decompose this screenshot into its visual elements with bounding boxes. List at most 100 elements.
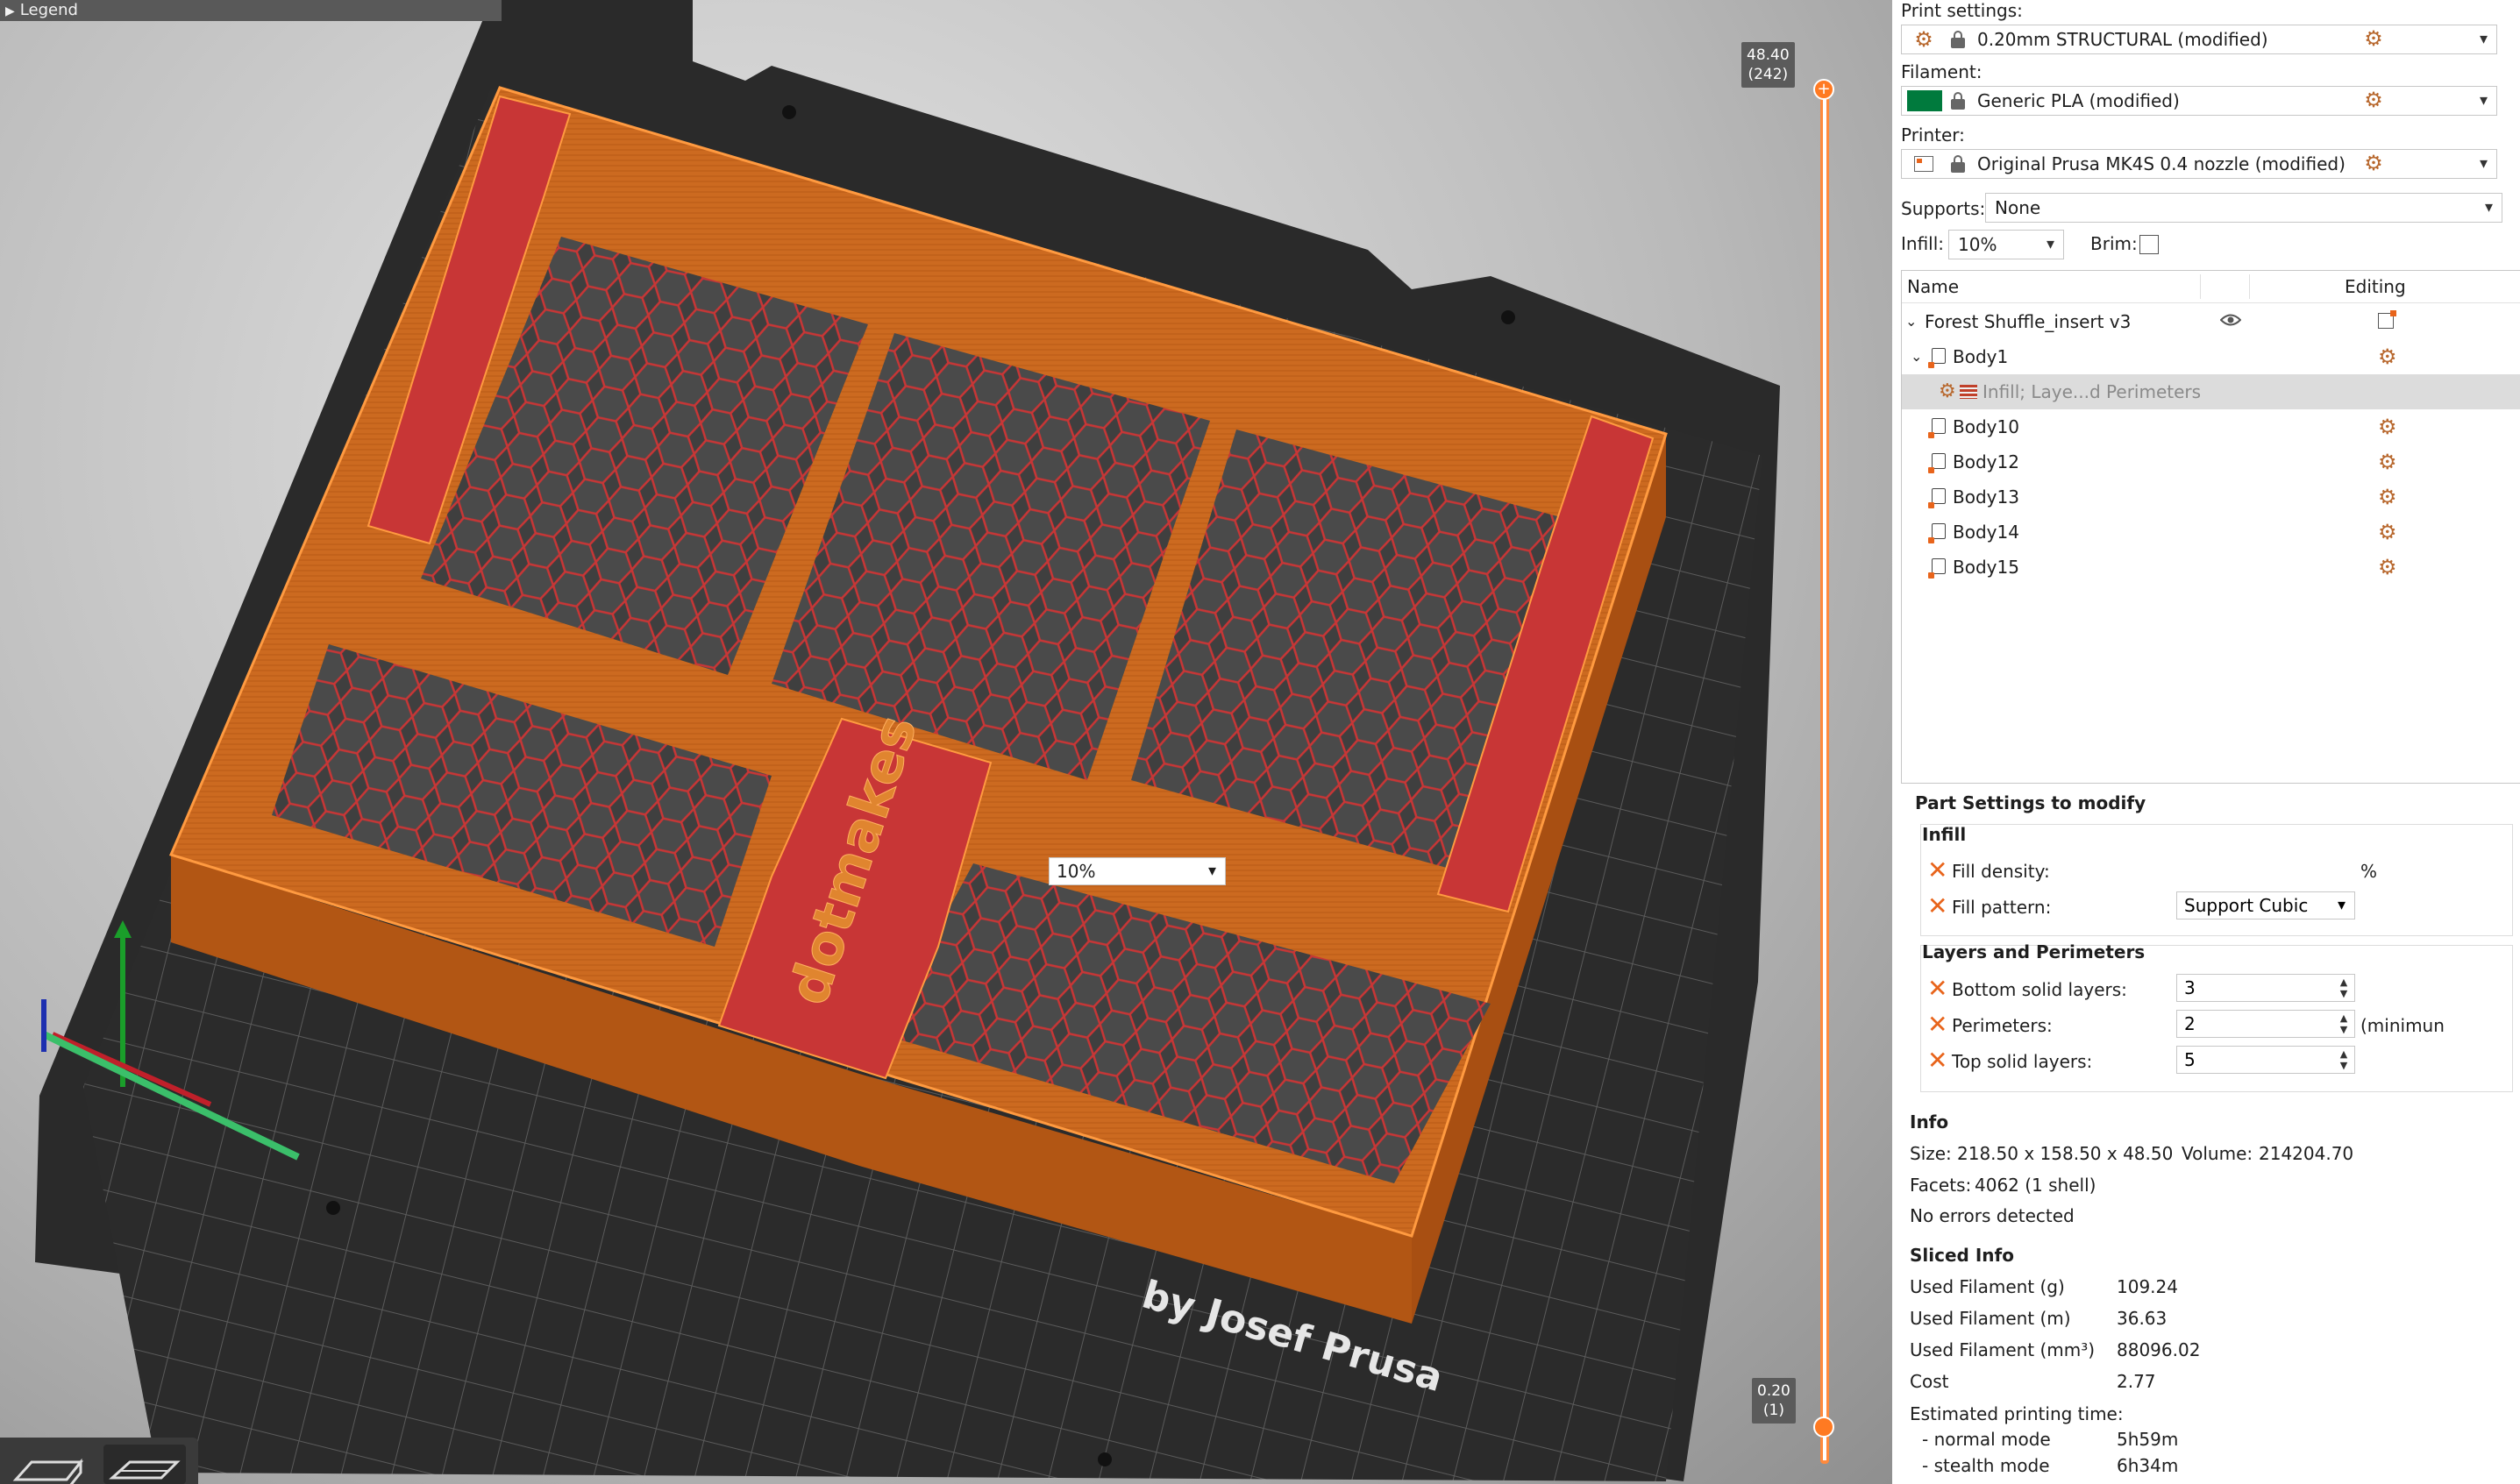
layers-group-title: Layers and Perimeters (1922, 941, 2146, 962)
remove-fill-pattern-icon[interactable]: ✕ (1927, 894, 1947, 919)
add-settings-icon[interactable] (2378, 310, 2396, 329)
part-name: Body1 (1953, 346, 2009, 367)
settings-item-name: Infill; Laye...d Perimeters (1983, 381, 2202, 402)
bottom-layers-label: Bottom solid layers: (1952, 979, 2127, 1000)
part-settings-title: Part Settings to modify (1915, 792, 2146, 813)
perimeters-input[interactable]: 2 ▲ ▼ (2176, 1010, 2355, 1038)
legend-toggle[interactable]: ▶ Legend (0, 0, 502, 21)
remove-bottom-layers-icon[interactable]: ✕ (1927, 976, 1947, 1001)
spin-buttons[interactable]: ▲ ▼ (2335, 1048, 2353, 1071)
filament-combo[interactable]: Generic PLA (modified) ▾ (1901, 86, 2497, 116)
supports-value: None (1995, 197, 2041, 218)
object-row-body12[interactable]: Body12 ⚙ (1902, 444, 2520, 479)
print-settings-value: 0.20mm STRUCTURAL (modified) (1977, 29, 2268, 50)
3d-viewport[interactable]: dotmakes by Josef Prusa ▶ Legend 48.40 (2… (0, 0, 1892, 1484)
sliced-row-value: 2.77 (2117, 1371, 2156, 1392)
layer-slider-track[interactable] (1820, 88, 1829, 1464)
object-row-body10[interactable]: Body10 ⚙ (1902, 409, 2520, 444)
spin-buttons[interactable]: ▲ ▼ (2335, 1012, 2353, 1035)
perimeters-note: (minimun (2360, 1015, 2445, 1036)
filament-color-swatch (1907, 90, 1942, 111)
filament-label: Filament: (1901, 61, 1983, 82)
lock-icon (1951, 31, 1965, 48)
fill-density-unit: % (2360, 861, 2378, 882)
layer-top-height: 48.40 (1747, 46, 1790, 64)
print-settings-combo[interactable]: ⚙ 0.20mm STRUCTURAL (modified) ▾ (1901, 25, 2497, 54)
gear-icon[interactable]: ⚙ (2378, 451, 2397, 473)
layer-bottom-label: 0.20 (1) (1752, 1378, 1796, 1424)
fill-pattern-value: Support Cubic (2184, 895, 2309, 916)
stealth-mode-value: 6h34m (2117, 1455, 2179, 1476)
top-layers-label: Top solid layers: (1952, 1051, 2093, 1072)
eye-icon[interactable] (2220, 313, 2241, 327)
settings-bundle-icon: ⚙ (1939, 380, 1956, 402)
gear-icon[interactable]: ⚙ (2378, 415, 2397, 438)
sliced-row-value: 88096.02 (2117, 1339, 2201, 1360)
object-list-header: Name Editing (1902, 271, 2520, 303)
print-time-label: Estimated printing time: (1910, 1403, 2124, 1424)
remove-fill-density-icon[interactable]: ✕ (1927, 858, 1947, 883)
printer-value: Original Prusa MK4S 0.4 nozzle (modified… (1977, 153, 2346, 174)
remove-top-layers-icon[interactable]: ✕ (1927, 1048, 1947, 1073)
fill-pattern-combo[interactable]: Support Cubic ▾ (2176, 891, 2355, 920)
spin-buttons[interactable]: ▲ ▼ (2335, 976, 2353, 999)
perimeters-value: 2 (2184, 1013, 2196, 1034)
sliced-row-label: Used Filament (m) (1910, 1308, 2071, 1329)
layer-slider[interactable]: + (1806, 35, 1876, 1484)
gear-icon[interactable]: ⚙ (2378, 345, 2397, 368)
gear-icon[interactable]: ⚙ (2378, 521, 2397, 543)
fill-density-combo[interactable]: 10% ▾ (1049, 857, 1226, 885)
part-name: Body14 (1953, 522, 2019, 543)
print-bed-scene[interactable]: dotmakes by Josef Prusa (0, 0, 1892, 1484)
object-row-body14[interactable]: Body14 ⚙ (1902, 515, 2520, 550)
printer-icon (1914, 156, 1933, 172)
errors-status: No errors detected (1910, 1205, 2075, 1226)
cube-view-icon (12, 1458, 84, 1484)
chevron-down-icon: ▾ (1207, 862, 1216, 880)
facets-value: 4062 (1 shell) (1975, 1175, 2096, 1196)
object-row-body15[interactable]: Body15 ⚙ (1902, 550, 2520, 585)
view-preview-button[interactable] (103, 1445, 186, 1484)
fill-pattern-label: Fill pattern: (1952, 897, 2052, 918)
top-layers-input[interactable]: 5 ▲ ▼ (2176, 1046, 2355, 1074)
col-editing[interactable]: Editing (2345, 276, 2406, 297)
printer-edit-gear-icon[interactable]: ⚙ (2362, 152, 2385, 174)
object-name: Forest Shuffle_insert v3 (1925, 311, 2132, 332)
view-3d-button[interactable] (5, 1445, 88, 1484)
gear-icon[interactable]: ⚙ (2378, 486, 2397, 508)
lock-icon (1951, 155, 1965, 173)
sliced-row-label: Cost (1910, 1371, 1949, 1392)
infill-combo[interactable]: 10% ▾ (1948, 230, 2064, 259)
chevron-down-icon[interactable]: ⌄ (1911, 339, 1922, 374)
col-name[interactable]: Name (1907, 276, 1959, 297)
bottom-layers-input[interactable]: 3 ▲ ▼ (2176, 974, 2355, 1002)
object-row-body13[interactable]: Body13 ⚙ (1902, 479, 2520, 515)
volume-label: Volume: (2182, 1143, 2253, 1164)
brim-checkbox[interactable] (2139, 235, 2159, 254)
object-row-root[interactable]: ⌄ Forest Shuffle_insert v3 (1902, 304, 2520, 339)
legend-label: Legend (19, 1, 78, 19)
chevron-down-icon: ▾ (2046, 235, 2054, 253)
layer-slider-top-handle[interactable]: + (1813, 79, 1834, 100)
printer-label: Printer: (1901, 124, 1965, 146)
remove-perimeters-icon[interactable]: ✕ (1927, 1012, 1947, 1037)
printer-combo[interactable]: Original Prusa MK4S 0.4 nozzle (modified… (1901, 149, 2497, 179)
layer-bottom-index: (1) (1762, 1402, 1784, 1419)
filament-edit-gear-icon[interactable]: ⚙ (2362, 89, 2385, 111)
sliced-row-value: 36.63 (2117, 1308, 2168, 1329)
layer-slider-bottom-handle[interactable] (1813, 1417, 1834, 1438)
fill-density-label: Fill density: (1952, 861, 2050, 882)
layers-icon (1960, 385, 1977, 399)
bottom-layers-value: 3 (2184, 977, 2196, 998)
print-settings-gear-icon: ⚙ (1914, 27, 1933, 52)
part-name: Body15 (1953, 557, 2019, 578)
supports-combo[interactable]: None ▾ (1985, 193, 2502, 223)
size-value: 218.50 x 158.50 x 48.50 (1957, 1143, 2174, 1164)
chevron-down-icon[interactable]: ⌄ (1905, 304, 1917, 339)
object-row-body1[interactable]: ⌄ Body1 ⚙ (1902, 339, 2520, 374)
object-row-settings[interactable]: ⚙ Infill; Laye...d Perimeters (1902, 374, 2520, 409)
print-settings-edit-gear-icon[interactable]: ⚙ (2362, 27, 2385, 50)
gear-icon[interactable]: ⚙ (2378, 556, 2397, 579)
chevron-down-icon: ▾ (2484, 198, 2493, 217)
view-mode-toolbar (0, 1438, 198, 1484)
